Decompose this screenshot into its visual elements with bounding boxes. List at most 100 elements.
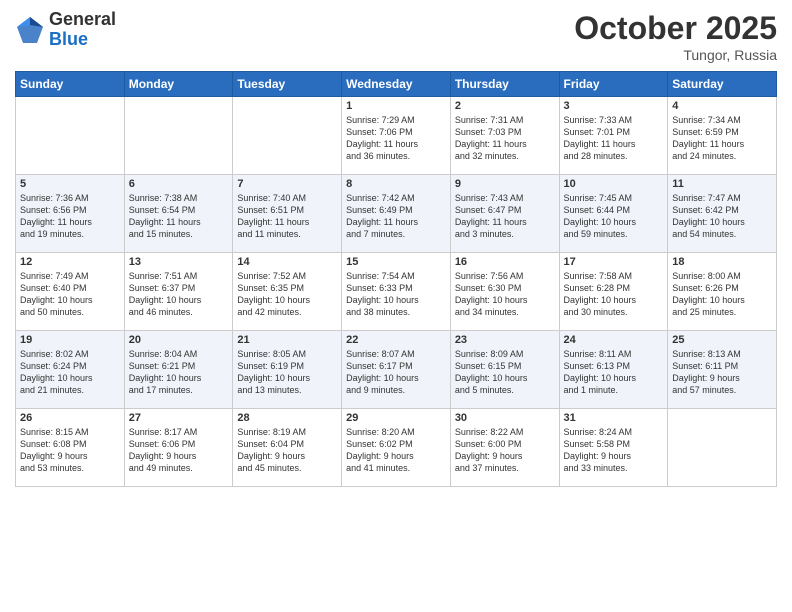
day-info: Sunrise: 8:13 AM Sunset: 6:11 PM Dayligh… (672, 348, 772, 397)
calendar-cell: 11Sunrise: 7:47 AM Sunset: 6:42 PM Dayli… (668, 175, 777, 253)
month-title: October 2025 (574, 10, 777, 47)
day-info: Sunrise: 7:43 AM Sunset: 6:47 PM Dayligh… (455, 192, 555, 241)
calendar-cell: 5Sunrise: 7:36 AM Sunset: 6:56 PM Daylig… (16, 175, 125, 253)
calendar-cell: 16 Sunrise: 7:56 AM Sunset: 6:30 PM Dayli… (450, 253, 559, 331)
calendar-cell: 27 Sunrise: 8:17 AM Sunset: 6:06 PM Dayli… (124, 409, 233, 487)
day-number: 4 (672, 100, 772, 112)
calendar-cell: 26Sunrise: 8:15 AM Sunset: 6:08 PM Dayli… (16, 409, 125, 487)
calendar-cell: 8 Sunrise: 7:42 AM Sunset: 6:49 PM Daylig… (342, 175, 451, 253)
day-info: Sunrise: 7:34 AM Sunset: 6:59 PM Dayligh… (672, 114, 772, 163)
page: General Blue October 2025 Tungor, Russia… (0, 0, 792, 612)
day-info: Sunrise: 7:47 AM Sunset: 6:42 PM Dayligh… (672, 192, 772, 241)
day-number: 3 (564, 100, 664, 112)
day-number: 25 (672, 334, 772, 346)
day-info: Sunrise: 8:02 AM Sunset: 6:24 PM Dayligh… (20, 348, 120, 397)
day-number: 19 (20, 334, 120, 346)
day-number: 18 (672, 256, 772, 268)
calendar-week-5: 26Sunrise: 8:15 AM Sunset: 6:08 PM Dayli… (16, 409, 777, 487)
calendar-cell: 23Sunrise: 8:09 AM Sunset: 6:15 PM Dayli… (450, 331, 559, 409)
calendar-cell: 6 Sunrise: 7:38 AM Sunset: 6:54 PM Daylig… (124, 175, 233, 253)
day-number: 1 (346, 100, 446, 112)
day-info: Sunrise: 7:58 AM Sunset: 6:28 PM Dayligh… (564, 270, 664, 319)
day-info: Sunrise: 7:51 AM Sunset: 6:37 PM Dayligh… (129, 270, 229, 319)
col-monday: Monday (124, 72, 233, 97)
calendar-cell: 14 Sunrise: 7:52 AM Sunset: 6:35 PM Dayli… (233, 253, 342, 331)
day-number: 26 (20, 412, 120, 424)
calendar-cell (233, 97, 342, 175)
day-info: Sunrise: 8:17 AM Sunset: 6:06 PM Dayligh… (129, 426, 229, 475)
calendar-cell: 17Sunrise: 7:58 AM Sunset: 6:28 PM Dayli… (559, 253, 668, 331)
calendar-week-2: 5Sunrise: 7:36 AM Sunset: 6:56 PM Daylig… (16, 175, 777, 253)
calendar-week-4: 19 Sunrise: 8:02 AM Sunset: 6:24 PM Dayli… (16, 331, 777, 409)
day-info: Sunrise: 7:40 AM Sunset: 6:51 PM Dayligh… (237, 192, 337, 241)
calendar-cell: 10 Sunrise: 7:45 AM Sunset: 6:44 PM Dayli… (559, 175, 668, 253)
logo-general: General (49, 10, 116, 30)
calendar-cell: 4 Sunrise: 7:34 AM Sunset: 6:59 PM Daylig… (668, 97, 777, 175)
col-thursday: Thursday (450, 72, 559, 97)
day-number: 30 (455, 412, 555, 424)
day-info: Sunrise: 8:07 AM Sunset: 6:17 PM Dayligh… (346, 348, 446, 397)
header-row: Sunday Monday Tuesday Wednesday Thursday… (16, 72, 777, 97)
day-info: Sunrise: 8:19 AM Sunset: 6:04 PM Dayligh… (237, 426, 337, 475)
day-info: Sunrise: 7:45 AM Sunset: 6:44 PM Dayligh… (564, 192, 664, 241)
logo-icon (15, 15, 45, 45)
day-info: Sunrise: 7:56 AM Sunset: 6:30 PM Dayligh… (455, 270, 555, 319)
day-number: 29 (346, 412, 446, 424)
calendar-cell: 24Sunrise: 8:11 AM Sunset: 6:13 PM Dayli… (559, 331, 668, 409)
day-number: 15 (346, 256, 446, 268)
day-number: 7 (237, 178, 337, 190)
day-info: Sunrise: 8:00 AM Sunset: 6:26 PM Dayligh… (672, 270, 772, 319)
day-info: Sunrise: 8:09 AM Sunset: 6:15 PM Dayligh… (455, 348, 555, 397)
day-number: 5 (20, 178, 120, 190)
day-number: 22 (346, 334, 446, 346)
calendar-cell: 19 Sunrise: 8:02 AM Sunset: 6:24 PM Dayli… (16, 331, 125, 409)
day-info: Sunrise: 8:20 AM Sunset: 6:02 PM Dayligh… (346, 426, 446, 475)
day-number: 27 (129, 412, 229, 424)
calendar-cell: 31 Sunrise: 8:24 AM Sunset: 5:58 PM Dayli… (559, 409, 668, 487)
day-number: 2 (455, 100, 555, 112)
day-info: Sunrise: 7:29 AM Sunset: 7:06 PM Dayligh… (346, 114, 446, 163)
day-info: Sunrise: 8:24 AM Sunset: 5:58 PM Dayligh… (564, 426, 664, 475)
calendar-cell: 21Sunrise: 8:05 AM Sunset: 6:19 PM Dayli… (233, 331, 342, 409)
day-info: Sunrise: 7:33 AM Sunset: 7:01 PM Dayligh… (564, 114, 664, 163)
calendar-cell: 28 Sunrise: 8:19 AM Sunset: 6:04 PM Dayli… (233, 409, 342, 487)
day-number: 20 (129, 334, 229, 346)
calendar-cell: 20 Sunrise: 8:04 AM Sunset: 6:21 PM Dayli… (124, 331, 233, 409)
day-info: Sunrise: 7:42 AM Sunset: 6:49 PM Dayligh… (346, 192, 446, 241)
day-number: 14 (237, 256, 337, 268)
day-info: Sunrise: 7:38 AM Sunset: 6:54 PM Dayligh… (129, 192, 229, 241)
calendar-cell: 30 Sunrise: 8:22 AM Sunset: 6:00 PM Dayli… (450, 409, 559, 487)
calendar-cell: 3 Sunrise: 7:33 AM Sunset: 7:01 PM Daylig… (559, 97, 668, 175)
title-block: October 2025 Tungor, Russia (574, 10, 777, 63)
day-info: Sunrise: 8:04 AM Sunset: 6:21 PM Dayligh… (129, 348, 229, 397)
day-number: 6 (129, 178, 229, 190)
day-number: 10 (564, 178, 664, 190)
calendar-cell (16, 97, 125, 175)
day-info: Sunrise: 7:49 AM Sunset: 6:40 PM Dayligh… (20, 270, 120, 319)
col-friday: Friday (559, 72, 668, 97)
calendar-cell: 25 Sunrise: 8:13 AM Sunset: 6:11 PM Dayli… (668, 331, 777, 409)
day-number: 28 (237, 412, 337, 424)
logo-blue: Blue (49, 30, 116, 50)
day-info: Sunrise: 7:52 AM Sunset: 6:35 PM Dayligh… (237, 270, 337, 319)
calendar-cell: 22 Sunrise: 8:07 AM Sunset: 6:17 PM Dayli… (342, 331, 451, 409)
calendar-cell: 18 Sunrise: 8:00 AM Sunset: 6:26 PM Dayli… (668, 253, 777, 331)
day-info: Sunrise: 8:05 AM Sunset: 6:19 PM Dayligh… (237, 348, 337, 397)
day-number: 9 (455, 178, 555, 190)
col-saturday: Saturday (668, 72, 777, 97)
col-tuesday: Tuesday (233, 72, 342, 97)
calendar-week-1: 1 Sunrise: 7:29 AM Sunset: 7:06 PM Daylig… (16, 97, 777, 175)
col-wednesday: Wednesday (342, 72, 451, 97)
calendar-cell: 1 Sunrise: 7:29 AM Sunset: 7:06 PM Daylig… (342, 97, 451, 175)
day-number: 16 (455, 256, 555, 268)
calendar-table: Sunday Monday Tuesday Wednesday Thursday… (15, 71, 777, 487)
calendar-cell: 15Sunrise: 7:54 AM Sunset: 6:33 PM Dayli… (342, 253, 451, 331)
header: General Blue October 2025 Tungor, Russia (15, 10, 777, 63)
calendar-cell: 13Sunrise: 7:51 AM Sunset: 6:37 PM Dayli… (124, 253, 233, 331)
calendar-cell: 12Sunrise: 7:49 AM Sunset: 6:40 PM Dayli… (16, 253, 125, 331)
day-info: Sunrise: 8:22 AM Sunset: 6:00 PM Dayligh… (455, 426, 555, 475)
day-number: 31 (564, 412, 664, 424)
day-number: 8 (346, 178, 446, 190)
location: Tungor, Russia (574, 47, 777, 63)
day-info: Sunrise: 8:11 AM Sunset: 6:13 PM Dayligh… (564, 348, 664, 397)
